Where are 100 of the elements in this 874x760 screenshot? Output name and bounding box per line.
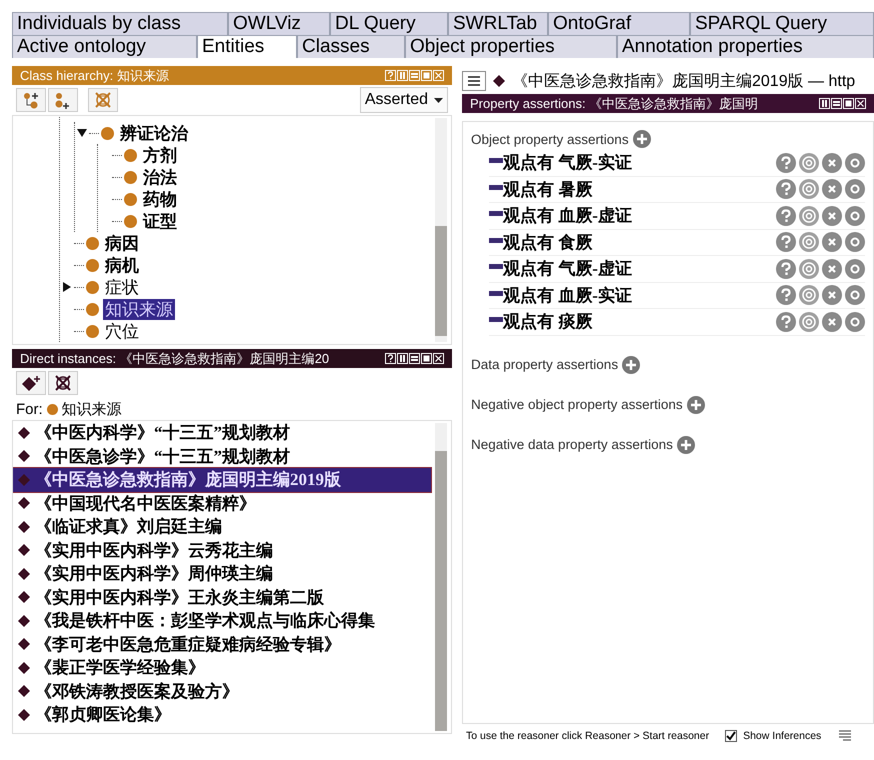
- class-item[interactable]: 症状: [103, 276, 141, 298]
- caret-icon: [434, 98, 443, 102]
- diamond-icon: [17, 637, 31, 652]
- toolbar-button[interactable]: [48, 371, 78, 395]
- instance-item[interactable]: 《实用中医内科学》王永炎主编第二版: [13, 586, 431, 609]
- circle-icon[interactable]: [845, 312, 865, 332]
- panel-title: Property assertions: 《中医急诊急救指南》庞国明: [470, 94, 758, 112]
- at-sign-icon[interactable]: [799, 206, 819, 226]
- instance-item[interactable]: 《裴正学医学经验集》: [13, 656, 431, 680]
- class-icon: [86, 280, 99, 294]
- instance-item[interactable]: 《中医急诊急救指南》庞国明主编2019版: [13, 468, 431, 492]
- instance-item[interactable]: 《实用中医内科学》周仲瑛主编: [13, 562, 431, 586]
- at-sign-icon[interactable]: [799, 258, 819, 279]
- class-icon: [86, 236, 99, 250]
- diamond-icon: [17, 708, 31, 722]
- help-icon[interactable]: [385, 353, 396, 364]
- checkbox[interactable]: [725, 730, 738, 742]
- tab[interactable]: Object properties: [405, 35, 617, 58]
- circle-icon[interactable]: [845, 206, 865, 226]
- section-title: Object property assertions: [471, 132, 629, 146]
- panel-title: Class hierarchy: 知识来源: [20, 66, 169, 84]
- question-icon[interactable]: [776, 152, 796, 173]
- split-horizontal-icon[interactable]: [409, 353, 420, 364]
- circle-icon[interactable]: [845, 258, 865, 279]
- property-icon: [489, 184, 503, 190]
- tab[interactable]: SPARQL Query: [690, 12, 874, 35]
- circle-icon[interactable]: [845, 152, 865, 173]
- collapsed-icon[interactable]: [62, 282, 72, 292]
- tab[interactable]: Active ontology: [12, 35, 197, 58]
- at-sign-icon[interactable]: [799, 312, 819, 332]
- at-sign-icon[interactable]: [799, 232, 819, 252]
- split-vertical-icon[interactable]: [819, 98, 830, 109]
- class-item[interactable]: 治法: [141, 166, 179, 188]
- question-icon[interactable]: [776, 206, 796, 226]
- assertion-text: 观点有 痰厥: [503, 311, 592, 334]
- instance-item[interactable]: 《中医内科学》“十三五”规划教材: [13, 421, 431, 444]
- question-icon[interactable]: [776, 285, 796, 306]
- diamond-icon: [492, 74, 506, 88]
- scrollbar-thumb[interactable]: [435, 226, 447, 336]
- question-icon[interactable]: [776, 258, 796, 279]
- circle-icon[interactable]: [845, 285, 865, 306]
- at-sign-icon[interactable]: [799, 179, 819, 200]
- tab[interactable]: OWLViz: [228, 12, 330, 35]
- question-icon[interactable]: [776, 179, 796, 200]
- class-item[interactable]: 证型: [141, 210, 179, 232]
- tab[interactable]: Individuals by class: [12, 12, 228, 35]
- close-icon[interactable]: [855, 98, 866, 109]
- split-horizontal-icon[interactable]: [831, 98, 842, 109]
- add-icon[interactable]: [622, 356, 640, 374]
- tab[interactable]: DL Query: [330, 12, 448, 35]
- add-icon[interactable]: [632, 130, 651, 148]
- tab[interactable]: Annotation properties: [617, 35, 874, 58]
- maximize-icon[interactable]: [843, 98, 854, 109]
- delete-icon: [54, 374, 72, 392]
- question-icon[interactable]: [776, 232, 796, 252]
- add-icon[interactable]: [676, 436, 695, 454]
- split-vertical-icon[interactable]: [397, 353, 408, 364]
- class-item[interactable]: 病因: [103, 232, 141, 254]
- at-sign-icon[interactable]: [799, 152, 819, 173]
- maximize-icon[interactable]: [421, 353, 432, 364]
- assertion-text: 观点有 气厥-实证: [503, 152, 632, 174]
- add-icon[interactable]: [686, 396, 705, 414]
- expanded-icon[interactable]: [77, 128, 87, 138]
- class-item[interactable]: 辨证论治: [118, 122, 190, 144]
- class-item[interactable]: 药物: [141, 188, 179, 210]
- tab[interactable]: SWRLTab: [448, 12, 548, 35]
- class-item[interactable]: 方剂: [141, 144, 179, 166]
- at-sign-icon[interactable]: [799, 285, 819, 306]
- property-icon: [489, 238, 503, 242]
- menu-button[interactable]: [462, 71, 486, 91]
- class-item[interactable]: 知识来源: [103, 298, 175, 320]
- instance-item[interactable]: 《中医急诊学》“十三五”规划教材: [13, 444, 431, 468]
- instance-item[interactable]: 《李可老中医急危重症疑难病经验专辑》: [13, 632, 431, 656]
- tab[interactable]: OntoGraf: [548, 12, 690, 35]
- scrollbar-track[interactable]: [435, 118, 447, 342]
- list-icon[interactable]: [839, 730, 852, 742]
- section-title: Negative object property assertions: [471, 397, 683, 412]
- toolbar-button[interactable]: [16, 371, 46, 395]
- status-message: To use the reasoner click Reasoner > Start reasoner: [466, 730, 710, 742]
- instance-item[interactable]: 《实用中医内科学》云秀花主编: [13, 538, 431, 562]
- diamond-icon: [17, 449, 31, 464]
- tab[interactable]: Entities: [197, 35, 297, 58]
- tab[interactable]: Classes: [297, 35, 405, 58]
- circle-icon[interactable]: [845, 179, 865, 200]
- assertion-text: 观点有 血厥-实证: [503, 284, 632, 307]
- class-item[interactable]: 病机: [103, 254, 141, 276]
- question-icon[interactable]: [776, 312, 796, 332]
- close-icon[interactable]: [433, 353, 444, 364]
- diamond-icon: [17, 426, 31, 440]
- class-item[interactable]: 穴位: [103, 320, 141, 342]
- circle-icon[interactable]: [845, 232, 865, 252]
- check-icon: [726, 731, 736, 741]
- instance-item[interactable]: 《中国现代名中医医案精粹》: [13, 492, 431, 515]
- diamond-icon: [17, 614, 31, 628]
- instance-item[interactable]: 《郭贞卿医论集》: [13, 703, 431, 726]
- view-dropdown[interactable]: Asserted: [360, 87, 448, 113]
- instance-item[interactable]: 《临证求真》刘启廷主编: [13, 515, 431, 538]
- instance-item[interactable]: 《我是铁杆中医：彭坚学术观点与临床心得集: [13, 609, 431, 632]
- instance-item[interactable]: 《邓铁涛教授医案及验方》: [13, 680, 431, 703]
- toolbar-button[interactable]: [16, 88, 46, 112]
